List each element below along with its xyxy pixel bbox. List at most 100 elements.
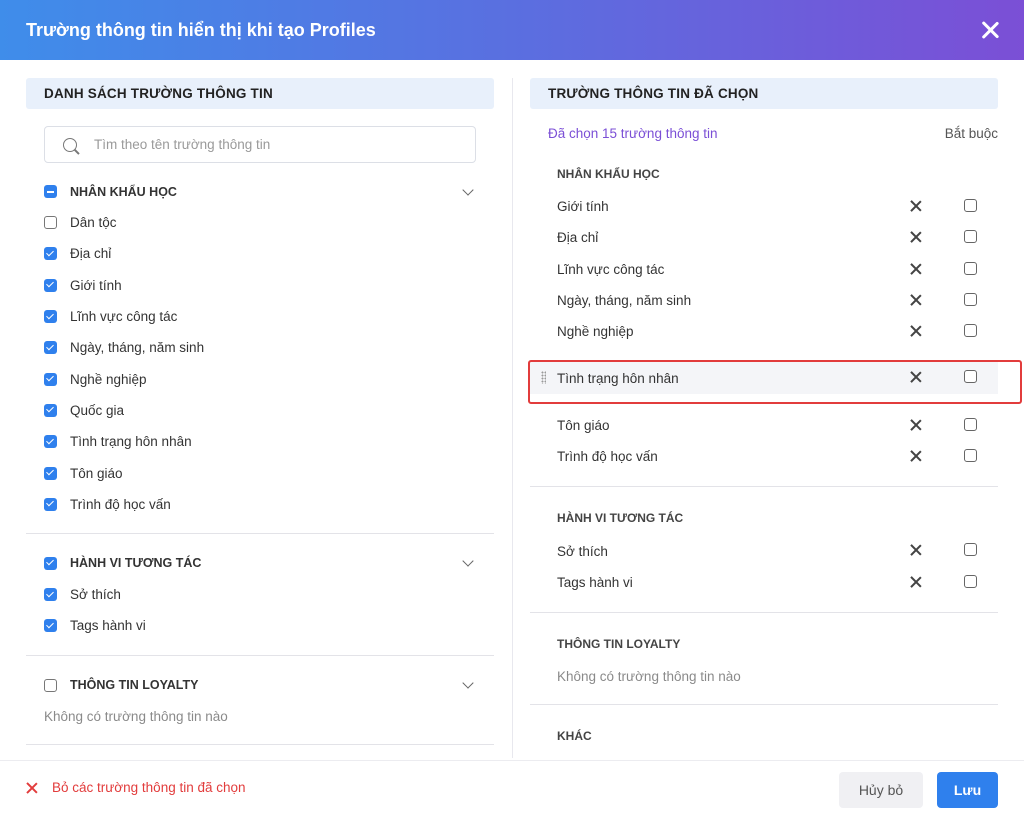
chevron-down-icon[interactable] (462, 677, 474, 689)
list-item[interactable]: Tags hành vi (44, 610, 494, 641)
selected-count: Đã chọn 15 trường thông tin (548, 125, 718, 141)
item-label: Trình độ học vấn (557, 449, 658, 465)
group-checkbox[interactable] (44, 556, 57, 570)
list-item[interactable]: Dân tộc (44, 207, 494, 238)
selected-item[interactable]: Ngày, tháng, năm sinh (530, 285, 998, 316)
checkbox[interactable] (44, 435, 57, 449)
clear-selection-label: Bỏ các trường thông tin đã chọn (52, 780, 246, 795)
required-column-label: Bắt buộc (944, 125, 998, 141)
group-header[interactable]: HÀNH VI TƯƠNG TÁC (44, 548, 494, 579)
dragging-item[interactable]: Tình trạng hôn nhân (530, 362, 998, 394)
modal-header: Trường thông tin hiển thị khi tạo Profil… (0, 0, 1024, 60)
remove-icon[interactable] (910, 294, 922, 306)
list-item[interactable]: Trình độ học vấn (44, 489, 494, 520)
selected-fields-title: TRƯỜNG THÔNG TIN ĐÃ CHỌN (530, 78, 998, 109)
chevron-down-icon[interactable] (462, 555, 474, 568)
selected-item[interactable]: Địa chỉ (530, 222, 998, 253)
remove-icon[interactable] (910, 371, 922, 383)
chevron-down-icon[interactable] (462, 183, 474, 196)
list-item[interactable]: Giới tính (44, 270, 494, 301)
checkbox[interactable] (44, 247, 57, 261)
selected-item[interactable]: Nghề nghiệp (530, 316, 998, 347)
list-item[interactable]: Địa chỉ (44, 238, 494, 269)
item-label: Lĩnh vực công tác (70, 309, 178, 325)
field-list-title: DANH SÁCH TRƯỜNG THÔNG TIN (26, 78, 494, 109)
item-label: Tình trạng hôn nhân (557, 370, 679, 386)
checkbox[interactable] (44, 497, 57, 511)
list-item[interactable]: Nghề nghiệp (44, 363, 494, 394)
remove-icon[interactable] (910, 231, 922, 243)
group-header[interactable]: NHÂN KHẨU HỌC (44, 176, 494, 207)
item-label: Giới tính (557, 199, 609, 215)
selected-item[interactable]: Trình độ học vấn (530, 441, 998, 472)
selected-item[interactable]: Giới tính (530, 191, 998, 222)
required-checkbox[interactable] (964, 417, 977, 431)
list-item[interactable]: Sở thích (44, 579, 494, 610)
checkbox[interactable] (44, 372, 57, 386)
selection-info: Đã chọn 15 trường thông tin Bắt buộc (530, 109, 998, 157)
left-group-demographics: NHÂN KHẨU HỌC Dân tộc Địa chỉ Giới tính … (26, 176, 494, 520)
field-list-panel: DANH SÁCH TRƯỜNG THÔNG TIN NHÂN KHẨU HỌC… (26, 78, 494, 758)
required-checkbox[interactable] (964, 370, 977, 384)
checkbox[interactable] (44, 588, 57, 602)
group-checkbox[interactable] (44, 678, 57, 692)
item-label: Địa chỉ (557, 230, 599, 246)
checkbox[interactable] (44, 403, 57, 417)
selected-fields-panel: TRƯỜNG THÔNG TIN ĐÃ CHỌN Đã chọn 15 trườ… (530, 78, 998, 758)
left-group-loyalty: THÔNG TIN LOYALTY Không có trường thông … (26, 670, 494, 732)
selected-item[interactable]: Sở thích (530, 535, 998, 566)
required-checkbox[interactable] (964, 199, 977, 212)
item-label: Địa chỉ (70, 246, 112, 262)
group-checkbox[interactable] (44, 185, 57, 198)
checkbox[interactable] (44, 466, 57, 480)
checkbox[interactable] (44, 619, 57, 633)
close-icon[interactable] (978, 18, 1002, 42)
list-item[interactable]: Quốc gia (44, 395, 494, 426)
remove-icon[interactable] (910, 576, 922, 588)
remove-icon[interactable] (910, 325, 922, 337)
required-checkbox[interactable] (964, 292, 977, 306)
checkbox[interactable] (44, 341, 57, 355)
list-item[interactable]: Ngày, tháng, năm sinh (44, 332, 494, 363)
item-label: Nghề nghiệp (557, 324, 634, 340)
checkbox[interactable] (44, 278, 57, 292)
item-label: Sở thích (557, 543, 608, 559)
search-input[interactable] (94, 137, 454, 152)
item-label: Dân tộc (70, 215, 117, 231)
remove-icon[interactable] (910, 200, 922, 212)
close-icon (26, 782, 38, 794)
selected-item[interactable]: Tags hành vi (530, 567, 998, 598)
required-checkbox[interactable] (964, 574, 977, 588)
drag-handle-icon[interactable] (541, 371, 546, 385)
remove-icon[interactable] (910, 450, 922, 462)
group-header[interactable]: THÔNG TIN LOYALTY (44, 670, 494, 701)
required-checkbox[interactable] (964, 543, 977, 557)
search-box[interactable] (44, 126, 476, 163)
group-label: THÔNG TIN LOYALTY (70, 678, 199, 693)
list-item[interactable]: Tình trạng hôn nhân (44, 426, 494, 457)
modal-footer: Bỏ các trường thông tin đã chọn Hủy bỏ L… (0, 760, 1024, 813)
remove-icon[interactable] (910, 544, 922, 556)
required-checkbox[interactable] (964, 324, 977, 338)
list-item[interactable]: Lĩnh vực công tác (44, 301, 494, 332)
required-checkbox[interactable] (964, 449, 977, 463)
item-label: Quốc gia (70, 402, 125, 418)
group-label: HÀNH VI TƯƠNG TÁC (70, 556, 202, 571)
checkbox[interactable] (44, 216, 57, 230)
item-label: Tags hành vi (70, 618, 146, 634)
remove-icon[interactable] (910, 263, 922, 275)
checkbox[interactable] (44, 310, 57, 324)
required-checkbox[interactable] (964, 261, 977, 275)
selected-item[interactable]: Lĩnh vực công tác (530, 254, 998, 285)
clear-selection-link[interactable]: Bỏ các trường thông tin đã chọn (26, 780, 246, 795)
cancel-button[interactable]: Hủy bỏ (839, 772, 923, 808)
modal-title: Trường thông tin hiển thị khi tạo Profil… (26, 19, 376, 40)
save-button[interactable]: Lưu (937, 772, 998, 808)
selected-group-title: HÀNH VI TƯƠNG TÁC (557, 511, 684, 526)
list-item[interactable]: Tôn giáo (44, 457, 494, 488)
remove-icon[interactable] (910, 419, 922, 431)
required-checkbox[interactable] (964, 230, 977, 244)
item-label: Ngày, tháng, năm sinh (70, 340, 205, 356)
selected-item[interactable]: Tôn giáo (530, 410, 998, 441)
left-group-behavior: HÀNH VI TƯƠNG TÁC Sở thích Tags hành vi (26, 548, 494, 642)
